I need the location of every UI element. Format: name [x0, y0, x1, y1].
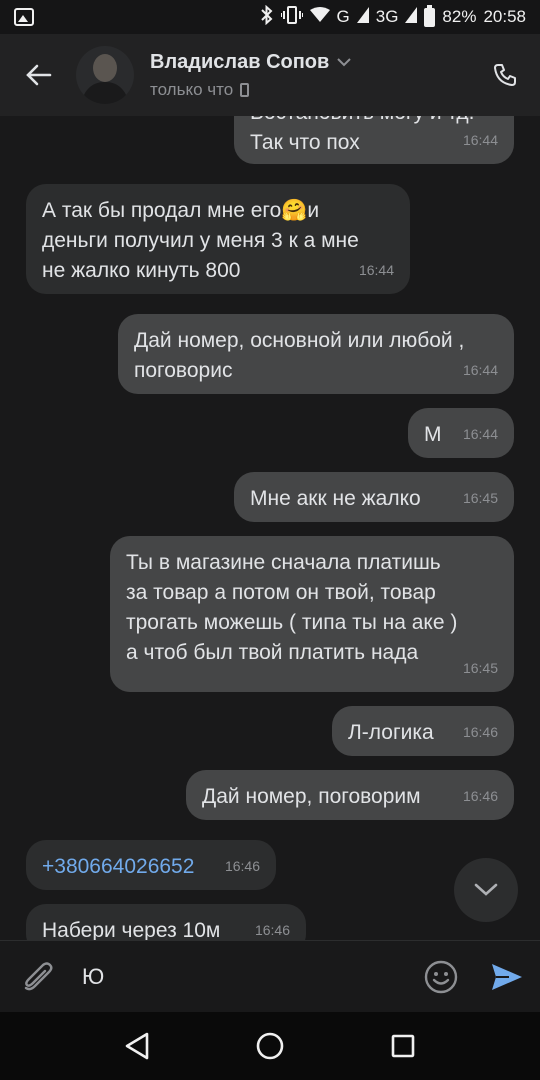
avatar[interactable]: [76, 46, 134, 104]
battery-level: 82%: [442, 7, 477, 26]
message-text: Мне акк не жалко: [250, 487, 421, 510]
message-time: 16:44: [462, 426, 498, 442]
signal-strength-icon-2: [405, 6, 418, 28]
square-recents-icon: [392, 1034, 415, 1058]
call-button[interactable]: [470, 34, 540, 116]
message-time: 16:46: [462, 788, 498, 804]
message-time: 16:46: [462, 724, 498, 740]
message-bubble[interactable]: Дай номер, поговорим 16:46: [186, 770, 514, 820]
bluetooth-icon: [260, 4, 274, 30]
message-list[interactable]: Востановить могу и тд. Так что пох 16:44…: [0, 116, 540, 940]
attach-button[interactable]: [0, 941, 76, 1013]
message-input[interactable]: [76, 963, 408, 990]
contact-info[interactable]: Владислав Сопов только что: [150, 51, 470, 100]
message-composer: [0, 940, 540, 1012]
message-bubble[interactable]: М 16:44: [408, 408, 514, 458]
chevron-down-icon: [337, 57, 352, 66]
signal-strength-icon: [356, 6, 369, 28]
message-time: 16:45: [462, 660, 498, 676]
scroll-down-button[interactable]: [454, 858, 518, 922]
smile-icon: [424, 960, 458, 993]
mobile-device-icon: [240, 82, 250, 97]
message-bubble[interactable]: Набери через 10м 16:46: [26, 904, 306, 940]
nav-home-button[interactable]: [245, 1021, 295, 1071]
message-text: А так бы продал мне его🤗и деньги получил…: [42, 199, 359, 282]
signal-label-3g: 3G: [375, 7, 399, 26]
vibrate-icon: [279, 5, 304, 29]
phone-icon: [494, 64, 516, 86]
message-bubble[interactable]: Мне акк не жалко 16:45: [234, 472, 514, 522]
message-text: Набери через 10м: [42, 919, 221, 940]
paperclip-icon: [24, 961, 53, 990]
message-time: 16:44: [358, 262, 394, 278]
message-text: Дай номер, поговорим: [202, 785, 421, 808]
message-bubble[interactable]: Востановить могу и тд. Так что пох 16:44: [234, 116, 514, 164]
message-time: 16:44: [462, 132, 498, 148]
nav-recents-button[interactable]: [378, 1021, 428, 1071]
message-time: 16:44: [462, 362, 498, 378]
clock: 20:58: [483, 7, 526, 26]
message-time: 16:45: [462, 490, 498, 506]
back-button[interactable]: [0, 34, 76, 116]
triangle-back-icon: [125, 1032, 148, 1060]
system-navigation-bar: [0, 1012, 540, 1080]
message-bubble[interactable]: А так бы продал мне его🤗и деньги получил…: [26, 184, 410, 294]
circle-home-icon: [256, 1032, 284, 1060]
message-bubble[interactable]: Ты в магазине сначала платишь за товар а…: [110, 536, 514, 692]
image-notification-icon: [14, 8, 34, 26]
message-text: Востановить могу и тд. Так что пох: [250, 116, 475, 154]
signal-label-g: G: [336, 7, 350, 26]
battery-icon: [424, 4, 436, 27]
send-icon: [492, 963, 522, 990]
chat-header: Владислав Сопов только что: [0, 34, 540, 116]
status-bar: G 3G 82% 20:58: [0, 0, 540, 34]
message-bubble[interactable]: +380664026652 16:46: [26, 840, 276, 890]
nav-back-button[interactable]: [112, 1021, 162, 1071]
message-text: Ты в магазине сначала платишь за товар а…: [126, 551, 458, 664]
arrow-left-icon: [26, 64, 52, 86]
wifi-icon: [309, 6, 330, 28]
message-bubble[interactable]: Л-логика 16:46: [332, 706, 514, 756]
contact-status: только что: [150, 80, 470, 100]
contact-name: Владислав Сопов: [150, 51, 470, 74]
message-bubble[interactable]: Дай номер, основной или любой , поговори…: [118, 314, 514, 394]
send-button[interactable]: [474, 941, 540, 1013]
message-text: Дай номер, основной или любой , поговори…: [134, 329, 465, 382]
emoji-button[interactable]: [408, 941, 474, 1013]
chevron-down-icon: [474, 883, 498, 896]
message-time: 16:46: [224, 858, 260, 874]
message-time: 16:46: [254, 922, 290, 938]
